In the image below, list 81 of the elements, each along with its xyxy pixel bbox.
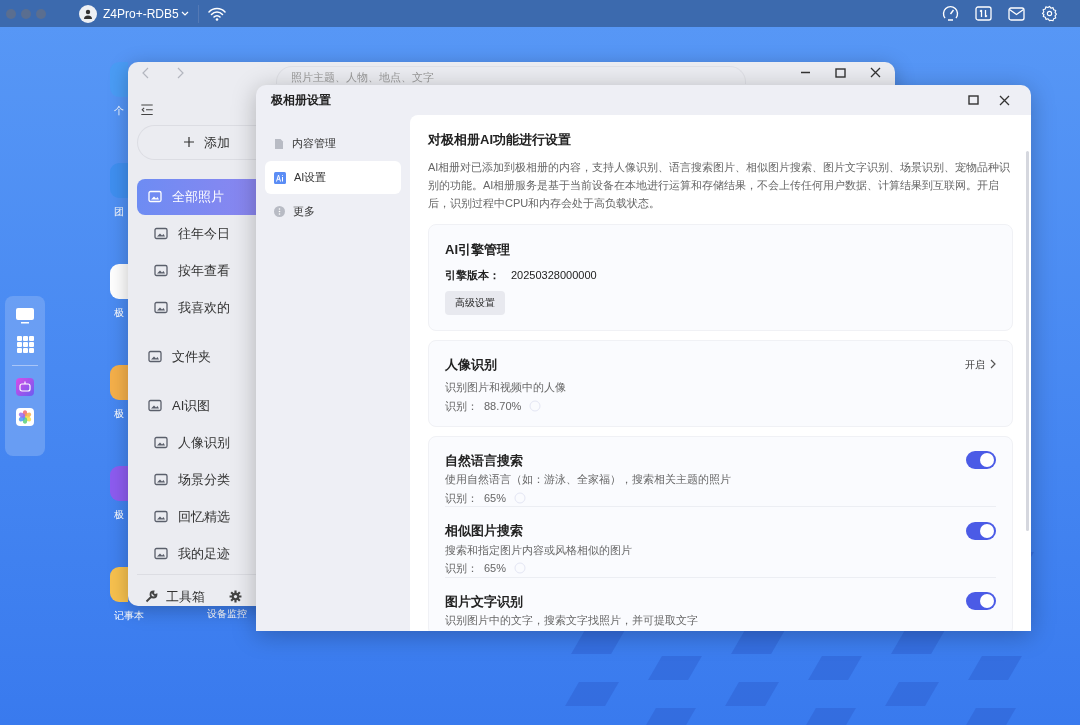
rate-label: 识别： [445,490,478,506]
photo-icon [148,350,162,364]
photo-icon [154,264,168,278]
sidebar-item[interactable]: 按年查看 [137,252,256,289]
advanced-settings-button[interactable]: 高级设置 [445,290,505,315]
settings-icon[interactable] [1041,5,1058,22]
maximize-icon[interactable] [968,95,979,105]
description-text: AI相册对已添加到极相册的内容，支持人像识别、语言搜索图片、相似图片搜索、图片文字识别、场景识别、宠物品种识别的功能。AI相册服务是基于当前设备在本地进行运算和存储结果，不会上传任何用户数据、计算结果到互联网。开启后，识别过程中CPU和内存会处于高负载状态。 [428,159,1012,211]
rate-value: 88.70% [484,398,522,414]
device-selector[interactable]: Z4Pro+-RDB5 [103,4,189,23]
app-label: 团 [114,205,124,219]
close-icon[interactable] [999,94,1010,106]
gauge-icon[interactable] [942,5,959,22]
feature-title: 自然语言搜索 [445,451,523,470]
sidebar-item[interactable]: 文件夹 [137,338,256,375]
maximize-icon[interactable] [835,67,846,78]
chevron-down-icon [180,10,189,17]
wrench-icon [145,589,158,603]
feature-title: 图片文字识别 [445,592,523,611]
rate-label: 识别： [445,398,478,414]
card-title: 人像识别 [445,355,497,374]
photo-icon [154,510,168,524]
plus-icon [184,137,194,148]
photo-icon [154,473,168,487]
avatar-icon[interactable] [79,4,97,23]
document-icon [274,137,284,150]
app-label: 极 [114,407,124,421]
section-heading: 对极相册AI功能进行设置 [428,131,572,149]
app-label: 个 [114,104,124,118]
rate-value: 65% [484,561,507,576]
toggle-switch[interactable] [966,592,996,611]
sidebar-item[interactable]: 我的足迹 [137,535,256,572]
app-label: 极 [114,306,124,320]
app-label: 极 [114,508,124,522]
version-value: 20250328000000 [511,268,597,283]
rate-value: 65% [484,490,507,506]
transfer-icon[interactable] [975,6,992,21]
photo-icon [154,436,168,450]
gear-icon[interactable] [229,589,242,603]
monitor-icon[interactable] [16,308,34,324]
ai-robot-icon[interactable] [16,378,34,396]
photo-icon [154,547,168,561]
feature-description: 搜索和指定图片内容或风格相似的图片 [445,542,633,558]
add-button[interactable]: 添加 [137,125,256,160]
close-icon[interactable] [870,67,881,79]
toolbox-button[interactable]: 工具箱 [145,586,205,606]
settings-nav-item[interactable]: 更多 [265,195,401,228]
toggle-switch[interactable] [966,451,996,470]
photo-icon [148,399,162,413]
photo-icon [154,301,168,315]
sidebar-item[interactable]: AI识图 [137,387,256,424]
feature-title: 相似图片搜索 [445,522,523,540]
sidebar-item[interactable]: 我喜欢的 [137,289,256,326]
window-title: 极相册设置 [271,92,331,109]
collapse-sidebar-icon[interactable] [140,103,154,116]
sidebar-item[interactable]: 场景分类 [137,461,256,498]
app-label: 记事本 [114,609,144,623]
toggle-switch[interactable] [966,521,996,540]
flower-icon[interactable] [16,408,34,426]
ai-icon [274,171,286,184]
settings-nav-item[interactable]: 内容管理 [265,127,401,160]
wifi-icon[interactable] [207,6,226,21]
chevron-right-icon [990,359,996,370]
mail-icon[interactable] [1008,6,1025,21]
photo-icon [154,227,168,241]
card-description: 识别图片和视频中的人像 [445,380,567,395]
app-grid-icon[interactable] [16,336,34,353]
app-label: 设备监控 [207,607,247,621]
more-icon [274,206,285,217]
feature-description: 识别图片中的文字，搜索文字找照片，并可提取文字 [445,613,699,628]
feature-description: 使用自然语言（如：游泳、全家福），搜索相关主题的照片 [445,472,732,487]
app-icon[interactable] [110,264,128,299]
enable-link[interactable]: 开启 [965,356,996,372]
rate-label: 识别： [445,561,478,576]
card-title: AI引擎管理 [445,240,511,259]
field-label: 引擎版本： [445,268,501,283]
sidebar-item[interactable]: 人像识别 [137,424,256,461]
settings-nav-item[interactable]: AI设置 [265,161,401,194]
sidebar-item[interactable]: 往年今日 [137,215,256,252]
photo-icon [148,190,162,204]
sidebar-item[interactable]: 回忆精选 [137,498,256,535]
